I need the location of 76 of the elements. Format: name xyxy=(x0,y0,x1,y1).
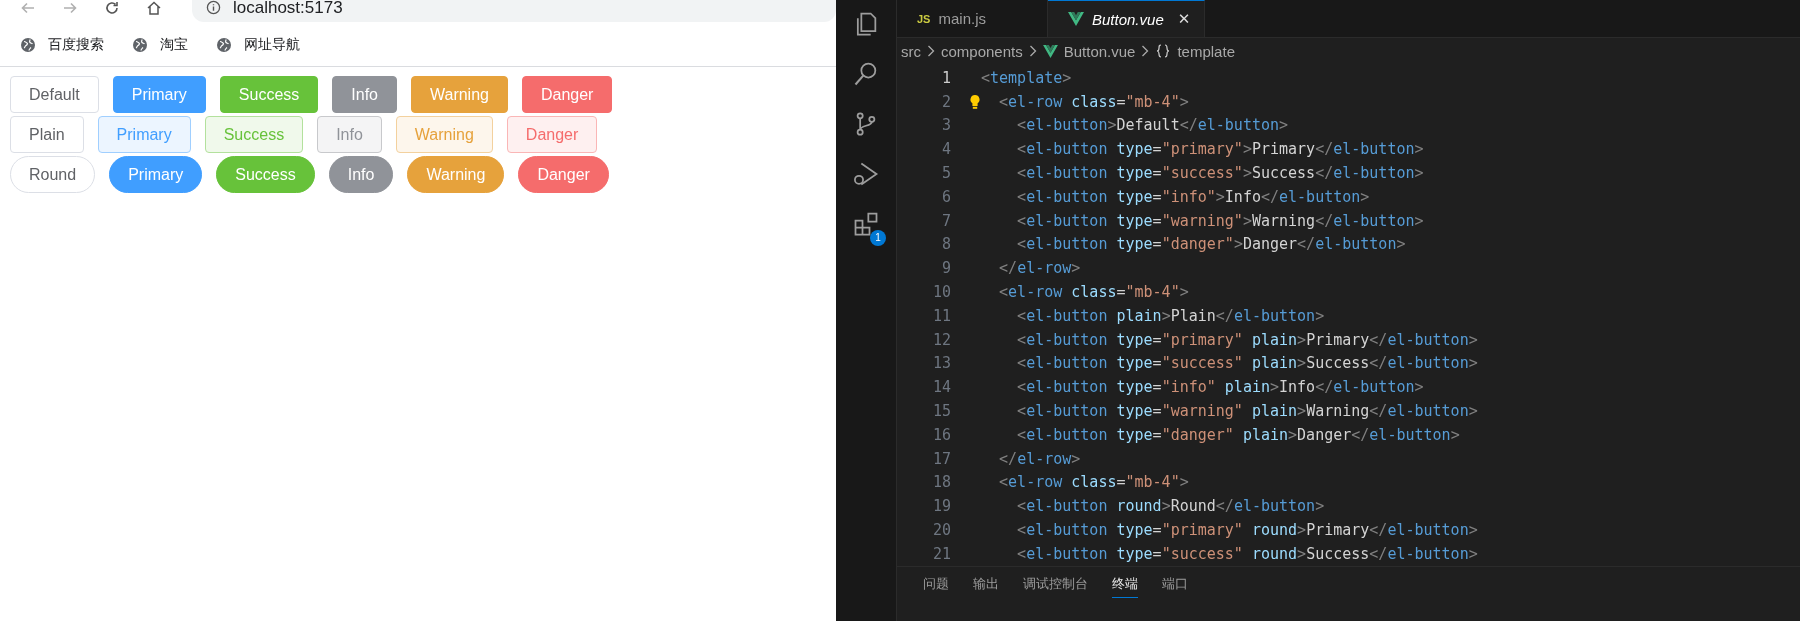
breadcrumb-item[interactable]: src xyxy=(901,42,921,60)
line-number: 7 xyxy=(940,211,951,230)
line-number: 21 xyxy=(931,544,951,563)
vue-file-icon xyxy=(1042,44,1058,58)
panel-tab[interactable]: 问题 xyxy=(923,574,949,598)
line-number: 8 xyxy=(940,235,951,254)
line-number: 4 xyxy=(940,140,951,159)
code-line: <el-button type="warning" plain>Warning</el-button> xyxy=(1016,402,1478,420)
demo-button[interactable]: Round xyxy=(10,156,96,193)
line-number: 9 xyxy=(940,259,951,278)
code-line: <el-row class="mb-4"> xyxy=(998,283,1189,302)
demo-button[interactable]: Plain xyxy=(10,116,84,153)
line-number: 11 xyxy=(931,306,951,325)
braces-icon xyxy=(1155,43,1172,59)
code-line: <el-button type="danger">Danger</el-button> xyxy=(1016,235,1406,254)
bookmark-link[interactable]: 百度搜索 xyxy=(20,36,104,54)
demo-button[interactable]: Default xyxy=(10,76,99,113)
line-number: 18 xyxy=(931,473,951,492)
info-icon xyxy=(206,0,221,15)
code-line: <el-button type="success" round>Success</el-button> xyxy=(1016,544,1478,563)
code-line: </el-row> xyxy=(998,449,1081,468)
home-icon[interactable] xyxy=(146,0,162,16)
chevron-icon xyxy=(1141,45,1150,57)
notification-badge: 1 xyxy=(870,230,886,246)
line-number: 15 xyxy=(931,402,951,420)
line-number: 13 xyxy=(931,354,951,373)
line-number: 6 xyxy=(940,187,951,206)
code-line: </el-row> xyxy=(998,259,1081,278)
panel-tab[interactable]: 输出 xyxy=(973,574,999,598)
line-number: 3 xyxy=(940,116,951,135)
line-number: 17 xyxy=(931,449,951,468)
bookmark-link[interactable]: 淘宝 xyxy=(132,36,188,54)
code-line: <el-button type="primary" round>Primary</el-button> xyxy=(1016,521,1478,539)
line-number: 5 xyxy=(940,164,951,183)
code-line: <el-row class="mb-4"> xyxy=(998,473,1189,492)
breadcrumb-item[interactable]: Button.vue xyxy=(1063,42,1136,60)
code-line: <el-button round>Round</el-button> xyxy=(1016,497,1325,516)
bookmark-link[interactable]: 网址导航 xyxy=(216,36,300,54)
line-number: 20 xyxy=(931,521,951,539)
globe-icon xyxy=(132,37,148,53)
code-line: <el-button type="success" plain>Success</el-button> xyxy=(1016,354,1478,373)
code-line: <el-button type="info" plain>Info</el-button> xyxy=(1016,378,1424,397)
reload-icon[interactable] xyxy=(104,0,120,16)
panel-tab[interactable]: 端口 xyxy=(1162,574,1188,598)
chevron-icon xyxy=(1028,45,1037,57)
code-line: <el-button type="primary">Primary</el-button> xyxy=(1016,140,1424,159)
code-line: <el-button type="danger" plain>Danger</el-button> xyxy=(1016,425,1460,444)
code-line: <el-button type="success">Success</el-button> xyxy=(1016,164,1424,183)
breadcrumb-item[interactable]: components xyxy=(941,42,1023,60)
breadcrumb-item[interactable]: template xyxy=(1177,42,1235,60)
line-number: 16 xyxy=(931,425,951,444)
run-debug-icon[interactable] xyxy=(852,160,880,188)
chevron-icon xyxy=(927,45,935,57)
close-icon[interactable]: ✕ xyxy=(1177,10,1191,28)
line-number: 14 xyxy=(931,378,951,397)
code-line: <el-button>Default</el-button> xyxy=(1016,116,1289,135)
code-line: <el-button plain>Plain</el-button> xyxy=(1016,306,1325,325)
code-line: <el-button type="warning">Warning</el-button> xyxy=(1016,211,1424,230)
code-line: <template> xyxy=(981,68,1072,87)
panel-tab[interactable]: 终端 xyxy=(1112,574,1138,598)
code-line: <el-button type="info">Info</el-button> xyxy=(1016,187,1370,206)
panel-tab[interactable]: 调试控制台 xyxy=(1023,574,1088,598)
editor-tab[interactable]: Button.vue ✕ xyxy=(1048,0,1206,38)
globe-icon xyxy=(20,37,36,53)
line-number: 1 xyxy=(940,68,951,87)
vue-file-icon xyxy=(1068,12,1084,26)
code-line: <el-row class="mb-4"> xyxy=(998,92,1189,111)
line-number: 19 xyxy=(931,497,951,516)
lightbulb-icon[interactable] xyxy=(969,93,981,110)
js-file-icon: JS xyxy=(917,12,931,25)
line-number: 10 xyxy=(931,283,951,302)
globe-icon xyxy=(216,37,232,53)
line-number: 12 xyxy=(931,330,951,349)
line-number: 2 xyxy=(940,92,951,111)
code-line: <el-button type="primary" plain>Primary</el-button> xyxy=(1016,330,1478,349)
address-bar[interactable]: localhost:5173 xyxy=(192,0,836,22)
